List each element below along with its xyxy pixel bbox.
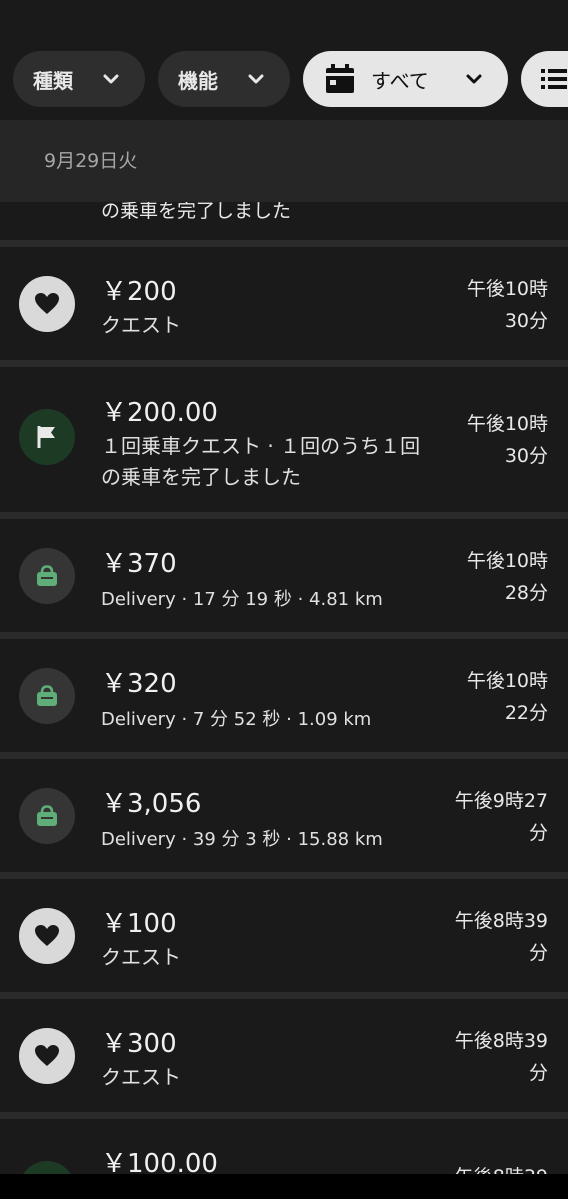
earnings-activity-screen: 種類 機能 すべて 9月29日火 の乗車を完了しました ￥200 クエスト 午後… bbox=[0, 0, 568, 1174]
list-item[interactable]: ￥300 クエスト 午後8時39 分 bbox=[0, 999, 568, 1112]
transaction-amount: ￥200.00 bbox=[101, 398, 218, 428]
time-line: 午後8時39 bbox=[418, 1161, 548, 1174]
time-line: 分 bbox=[528, 1062, 548, 1084]
transaction-time: 午後8時39 分 bbox=[418, 1025, 548, 1089]
divider bbox=[0, 240, 568, 247]
system-navigation-bar bbox=[0, 1174, 568, 1199]
list-item[interactable]: ￥100.00 午後8時39 bbox=[0, 1119, 568, 1174]
transaction-list: の乗車を完了しました ￥200 クエスト 午後10時 30分 ￥200.00 １… bbox=[0, 202, 568, 1174]
list-icon bbox=[541, 69, 567, 89]
transaction-desc: クエスト bbox=[101, 945, 181, 969]
calendar-icon bbox=[326, 64, 354, 93]
divider bbox=[0, 1112, 568, 1119]
time-line: 分 bbox=[528, 822, 548, 844]
type-filter-chip[interactable]: 種類 bbox=[13, 51, 145, 107]
transaction-desc: の乗車を完了しました bbox=[101, 465, 301, 489]
time-line: 午後10時 bbox=[466, 670, 548, 692]
chevron-down-icon bbox=[248, 74, 264, 84]
list-item[interactable]: ￥200 クエスト 午後10時 30分 bbox=[0, 247, 568, 360]
time-line: 午後8時39 bbox=[454, 910, 548, 932]
list-view-chip[interactable] bbox=[521, 51, 568, 107]
period-filter-label: すべて bbox=[371, 68, 429, 93]
list-item[interactable]: ￥3,056 Delivery · 39 分 3 秒 · 15.88 km 午後… bbox=[0, 759, 568, 872]
heart-icon bbox=[19, 276, 75, 332]
chevron-down-icon bbox=[466, 74, 482, 84]
bag-icon bbox=[19, 788, 75, 844]
transaction-desc: の乗車を完了しました bbox=[101, 202, 292, 222]
divider bbox=[0, 512, 568, 519]
transaction-desc: １回乗車クエスト · １回のうち１回 bbox=[101, 434, 421, 458]
transaction-time: 午後8時39 bbox=[418, 1161, 548, 1174]
time-line: 28分 bbox=[504, 582, 548, 604]
time-line: 午後8時39 bbox=[454, 1030, 548, 1052]
time-line: 午後10時 bbox=[466, 413, 548, 435]
transaction-time: 午後10時 30分 bbox=[418, 273, 548, 337]
transaction-desc: Delivery · 39 分 3 秒 · 15.88 km bbox=[101, 829, 383, 850]
divider bbox=[0, 992, 568, 999]
transaction-time: 午後8時39 分 bbox=[418, 905, 548, 969]
bag-icon bbox=[19, 548, 75, 604]
flag-icon bbox=[19, 409, 75, 465]
transaction-time: 午後9時27 分 bbox=[418, 785, 548, 849]
time-line: 22分 bbox=[504, 702, 548, 724]
feature-filter-chip[interactable]: 機能 bbox=[158, 51, 290, 107]
list-item[interactable]: ￥100 クエスト 午後8時39 分 bbox=[0, 879, 568, 992]
bag-icon bbox=[19, 668, 75, 724]
list-item[interactable]: の乗車を完了しました bbox=[0, 202, 568, 240]
transaction-time: 午後10時 30分 bbox=[418, 408, 548, 472]
chevron-down-icon bbox=[103, 74, 119, 84]
transaction-amount: ￥3,056 bbox=[101, 789, 202, 819]
transaction-desc: クエスト bbox=[101, 313, 181, 337]
divider bbox=[0, 632, 568, 639]
list-item[interactable]: ￥200.00 １回乗車クエスト · １回のうち１回 の乗車を完了しました 午後… bbox=[0, 367, 568, 512]
period-filter-chip[interactable]: すべて bbox=[303, 51, 508, 107]
heart-icon bbox=[19, 1028, 75, 1084]
list-item[interactable]: ￥370 Delivery · 17 分 19 秒 · 4.81 km 午後10… bbox=[0, 519, 568, 632]
divider bbox=[0, 752, 568, 759]
transaction-amount: ￥100 bbox=[101, 909, 177, 939]
date-section-header: 9月29日火 bbox=[0, 120, 568, 202]
time-line: 午後10時 bbox=[466, 550, 548, 572]
list-item[interactable]: ￥320 Delivery · 7 分 52 秒 · 1.09 km 午後10時… bbox=[0, 639, 568, 752]
divider bbox=[0, 872, 568, 879]
divider bbox=[0, 360, 568, 367]
time-line: 午後10時 bbox=[466, 278, 548, 300]
transaction-desc: Delivery · 7 分 52 秒 · 1.09 km bbox=[101, 709, 372, 730]
transaction-time: 午後10時 22分 bbox=[418, 665, 548, 729]
flag-icon bbox=[19, 1161, 75, 1174]
transaction-amount: ￥320 bbox=[101, 669, 177, 699]
time-line: 分 bbox=[528, 942, 548, 964]
heart-icon bbox=[19, 908, 75, 964]
feature-filter-label: 機能 bbox=[178, 68, 218, 93]
time-line: 午後9時27 bbox=[454, 790, 548, 812]
transaction-amount: ￥200 bbox=[101, 277, 177, 307]
filter-bar: 種類 機能 すべて bbox=[0, 0, 568, 120]
transaction-amount: ￥100.00 bbox=[101, 1149, 218, 1174]
transaction-desc: クエスト bbox=[101, 1065, 181, 1089]
transaction-amount: ￥370 bbox=[101, 549, 177, 579]
time-line: 30分 bbox=[504, 310, 548, 332]
type-filter-label: 種類 bbox=[33, 68, 73, 93]
transaction-time: 午後10時 28分 bbox=[418, 545, 548, 609]
transaction-amount: ￥300 bbox=[101, 1029, 177, 1059]
time-line: 30分 bbox=[504, 445, 548, 467]
transaction-desc: Delivery · 17 分 19 秒 · 4.81 km bbox=[101, 589, 383, 610]
